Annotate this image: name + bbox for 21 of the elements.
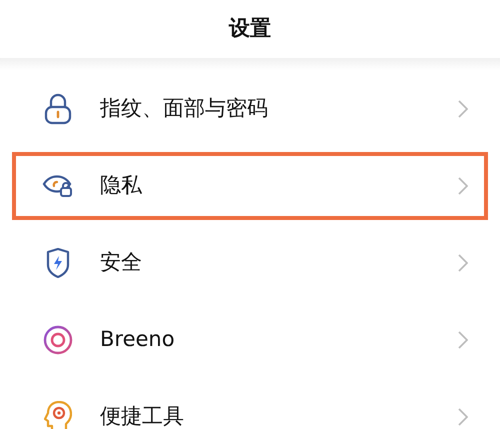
settings-row[interactable]: 指纹、面部与密码 [12, 74, 488, 142]
settings-row[interactable]: 安全 [12, 228, 488, 296]
page-title: 设置 [229, 15, 271, 42]
chevron-right-icon [458, 176, 468, 194]
head-icon [44, 400, 72, 429]
row-label: 指纹、面部与密码 [100, 94, 269, 122]
settings-row[interactable]: 隐私 [12, 152, 488, 220]
settings-row[interactable]: Breeno [12, 306, 488, 374]
row-label: 安全 [100, 248, 143, 276]
padlock-icon [44, 92, 72, 124]
chevron-right-icon [458, 408, 468, 426]
ring-icon [43, 324, 73, 354]
shield-icon [45, 248, 71, 278]
row-label: 隐私 [100, 172, 143, 199]
settings-row[interactable]: 便捷工具 [12, 382, 488, 429]
chevron-right-icon [458, 330, 468, 348]
row-label: 便捷工具 [100, 402, 185, 429]
eye-lock-icon [42, 174, 74, 198]
row-label: Breeno [100, 326, 176, 353]
chevron-right-icon [458, 254, 468, 272]
chevron-right-icon [458, 100, 468, 118]
